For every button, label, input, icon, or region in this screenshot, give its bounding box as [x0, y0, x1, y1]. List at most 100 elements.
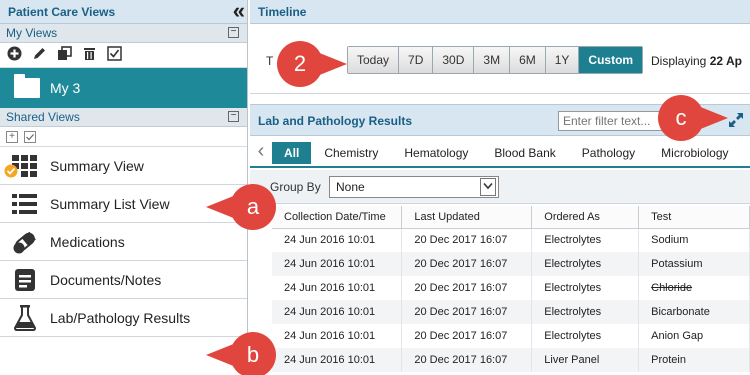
collection-date-cell: 24 Jun 2016 10:01	[272, 300, 403, 324]
ordered-as-cell: Electrolytes	[531, 252, 640, 276]
range-custom-button[interactable]: Custom	[579, 47, 643, 73]
test-cell: Potassium	[638, 252, 750, 276]
select-checkbox-icon[interactable]	[24, 130, 36, 143]
tab-pathology[interactable]: Pathology	[569, 142, 648, 164]
tab-chemistry[interactable]: Chemistry	[311, 142, 391, 164]
callout-2: 2	[277, 41, 347, 87]
my-views-toggle-icon[interactable]: −	[228, 27, 239, 38]
nav-label: Summary View	[50, 157, 144, 174]
lab-results-table: Collection Date/Time Last Updated Ordere…	[272, 206, 750, 372]
displaying-prefix: Displaying	[651, 54, 710, 68]
edit-pencil-icon[interactable]	[31, 46, 47, 65]
tab-microbiology[interactable]: Microbiology	[648, 142, 741, 164]
column-header[interactable]: Last Updated	[401, 206, 533, 229]
shared-views-label: Shared Views	[6, 110, 80, 124]
tab-hematology[interactable]: Hematology	[391, 142, 481, 164]
nav-item-medications[interactable]: Medications	[0, 223, 247, 261]
patient-care-views-panel: Patient Care Views « My Views − My 3 Sha…	[0, 0, 248, 375]
tab-blood-bank[interactable]: Blood Bank	[481, 142, 568, 164]
last-updated-cell: 20 Dec 2017 16:07	[401, 300, 533, 324]
callout-b: b	[206, 332, 276, 375]
table-row[interactable]: 24 Jun 2016 10:01 20 Dec 2017 16:07 Elec…	[272, 276, 750, 300]
group-by-label: Group By	[270, 180, 321, 194]
copy-icon[interactable]	[56, 45, 72, 65]
panel-title: Patient Care Views	[8, 4, 116, 19]
range-today-button[interactable]: Today	[348, 47, 400, 73]
chevron-down-icon	[480, 178, 496, 196]
checkbox-icon[interactable]	[106, 45, 122, 65]
lab-results-title: Lab and Pathology Results	[258, 114, 413, 128]
collection-date-cell: 24 Jun 2016 10:01	[272, 276, 403, 300]
ordered-as-cell: Liver Panel	[531, 348, 640, 372]
table-row[interactable]: 24 Jun 2016 10:01 20 Dec 2017 16:07 Elec…	[272, 300, 750, 324]
collection-date-cell: 24 Jun 2016 10:01	[272, 348, 403, 372]
ordered-as-cell: Electrolytes	[531, 228, 640, 252]
column-header[interactable]: Collection Date/Time	[272, 206, 403, 229]
tab-all[interactable]: All	[272, 142, 312, 164]
shared-views-header[interactable]: Shared Views −	[0, 108, 247, 127]
flask-icon	[12, 304, 38, 331]
test-cell: Anion Gap	[638, 324, 750, 348]
expand-icon[interactable]	[728, 112, 744, 133]
add-icon[interactable]	[6, 46, 22, 65]
nav-item-summary-view[interactable]: Summary View	[0, 147, 247, 185]
table-row[interactable]: 24 Jun 2016 10:01 20 Dec 2017 16:07 Elec…	[272, 252, 750, 276]
shared-views-toolbar: +	[0, 127, 247, 147]
grid-icon	[4, 153, 38, 179]
group-by-value: None	[336, 180, 365, 194]
last-updated-cell: 20 Dec 2017 16:07	[401, 276, 533, 300]
list-icon	[12, 191, 38, 217]
table-row[interactable]: 24 Jun 2016 10:01 20 Dec 2017 16:07 Live…	[272, 348, 750, 372]
collection-date-cell: 24 Jun 2016 10:01	[272, 228, 403, 252]
trash-icon[interactable]	[81, 46, 97, 65]
callout-c: c	[658, 95, 728, 141]
nav-label: Summary List View	[50, 195, 170, 212]
test-cell: Sodium	[638, 228, 750, 252]
folder-label: My 3	[50, 80, 81, 96]
collapse-panel-icon[interactable]: «	[233, 0, 246, 22]
ordered-as-cell: Electrolytes	[531, 276, 640, 300]
timeline-header: Timeline	[250, 0, 750, 24]
column-header[interactable]: Test	[638, 206, 750, 229]
panel-header: Patient Care Views «	[0, 0, 247, 24]
last-updated-cell: 20 Dec 2017 16:07	[401, 252, 533, 276]
table-row[interactable]: 24 Jun 2016 10:01 20 Dec 2017 16:07 Elec…	[272, 228, 750, 252]
shared-views-toggle-icon[interactable]: −	[228, 111, 239, 122]
range-6m-button[interactable]: 6M	[510, 47, 546, 73]
range-7d-button[interactable]: 7D	[399, 47, 434, 73]
document-icon	[12, 267, 38, 293]
my-views-folder[interactable]: My 3	[0, 68, 247, 108]
timeline-title: Timeline	[258, 4, 307, 19]
folder-icon	[14, 74, 40, 98]
table-header-row: Collection Date/Time Last Updated Ordere…	[272, 206, 750, 229]
table-row[interactable]: 24 Jun 2016 10:01 20 Dec 2017 16:07 Elec…	[272, 324, 750, 348]
range-selector: Today 7D 30D 3M 6M 1Y Custom	[347, 46, 644, 74]
range-30d-button[interactable]: 30D	[433, 47, 475, 73]
nav-item-documents-notes[interactable]: Documents/Notes	[0, 261, 247, 299]
tabs-scroll-left-icon[interactable]: ‹	[250, 136, 272, 166]
my-views-header[interactable]: My Views −	[0, 24, 247, 43]
column-header[interactable]: Ordered As	[531, 206, 640, 229]
last-updated-cell: 20 Dec 2017 16:07	[401, 348, 533, 372]
callout-a: a	[206, 184, 276, 230]
ordered-as-cell: Electrolytes	[531, 324, 640, 348]
group-by-select[interactable]: None	[329, 176, 499, 198]
range-3m-button[interactable]: 3M	[474, 47, 511, 73]
last-updated-cell: 20 Dec 2017 16:07	[401, 228, 533, 252]
nav-label: Documents/Notes	[50, 271, 162, 288]
range-1y-button[interactable]: 1Y	[545, 47, 580, 73]
my-views-toolbar	[0, 43, 247, 68]
expand-all-icon[interactable]: +	[6, 130, 18, 143]
pills-icon	[12, 229, 38, 255]
test-cell: Protein	[638, 348, 750, 372]
nav-item-lab-pathology-results[interactable]: Lab/Pathology Results	[0, 299, 247, 337]
displaying-range-text: Displaying 22 Ap	[651, 54, 742, 68]
nav-label: Lab/Pathology Results	[50, 309, 191, 326]
test-cell: Chloride	[638, 276, 750, 300]
timeline-label: T	[266, 54, 274, 68]
group-by-row: Group By None	[250, 170, 750, 204]
lab-category-tabs: ‹ All Chemistry Hematology Blood Bank Pa…	[250, 136, 750, 168]
displaying-value: 22 Ap	[709, 54, 742, 68]
last-updated-cell: 20 Dec 2017 16:07	[401, 324, 533, 348]
collection-date-cell: 24 Jun 2016 10:01	[272, 324, 403, 348]
